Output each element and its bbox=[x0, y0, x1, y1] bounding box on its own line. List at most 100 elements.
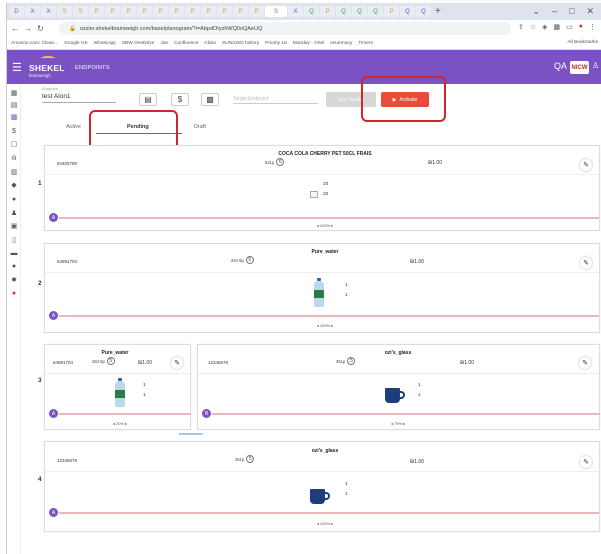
circle-icon[interactable]: ● bbox=[10, 263, 18, 271]
export-button[interactable]: ▤ bbox=[139, 93, 157, 106]
shelf-card[interactable]: Pure_water 64991704 264 8p 5 ₪1.00 ✎ 1 1… bbox=[44, 344, 191, 430]
barcode-button[interactable]: ▩ bbox=[201, 93, 219, 106]
edit-pencil-icon[interactable]: ✎ bbox=[580, 159, 592, 171]
horizontal-scroll-indicator[interactable] bbox=[179, 433, 203, 435]
file-icon[interactable]: ▢ bbox=[10, 141, 18, 149]
shelf-badge[interactable]: A bbox=[49, 508, 58, 517]
location-pin-icon[interactable]: ● bbox=[10, 196, 18, 204]
bookmark-item[interactable]: eHarmony bbox=[330, 41, 352, 46]
shelf-badge[interactable]: A bbox=[49, 409, 58, 418]
tag-icon[interactable]: ◆ bbox=[10, 182, 18, 190]
browser-tab[interactable]: P bbox=[121, 6, 136, 17]
bookmark-item[interactable]: Clisio bbox=[204, 41, 216, 46]
browser-tab[interactable]: Q bbox=[400, 6, 415, 17]
extension-icon[interactable]: ◈ bbox=[542, 23, 547, 31]
shelf-card[interactable]: ozi's_glass 12345678 351p 5 ₪1.00 ✎ 1 1 … bbox=[197, 344, 600, 430]
shelf-card[interactable]: Pure_water 64991704 264 8p 5 ₪1.00 ✎ 1 1… bbox=[44, 243, 600, 333]
browser-tab[interactable]: X bbox=[25, 6, 40, 17]
browser-tab[interactable]: P bbox=[169, 6, 184, 17]
bookmark-item[interactable]: Joe bbox=[160, 41, 168, 46]
browser-tab[interactable]: Q bbox=[368, 6, 383, 17]
edit-pencil-icon[interactable]: ✎ bbox=[579, 357, 591, 369]
share-icon[interactable]: ⇪ bbox=[518, 23, 524, 31]
shelf-badge[interactable]: B bbox=[202, 409, 211, 418]
browser-tab[interactable]: P bbox=[105, 6, 120, 17]
target-endpoint-input[interactable]: Target Endpoint bbox=[233, 93, 318, 104]
shelf-badge[interactable]: A bbox=[49, 311, 58, 320]
shelf-icon[interactable]: ▥ bbox=[10, 169, 18, 177]
device-icon[interactable]: ▣ bbox=[10, 223, 18, 231]
reload-icon[interactable]: ↻ bbox=[37, 24, 44, 33]
browser-tab[interactable]: S bbox=[57, 6, 72, 17]
profile-icon[interactable]: ● bbox=[579, 23, 583, 31]
puzzle-icon[interactable]: ▦ bbox=[554, 23, 561, 31]
shekel-logo[interactable]: SHEKEL brainweigh bbox=[29, 56, 71, 79]
browser-tab[interactable]: P bbox=[201, 6, 216, 17]
browser-tab[interactable]: P bbox=[320, 6, 335, 17]
browser-tab[interactable]: P bbox=[185, 6, 200, 17]
bookmark-item[interactable]: Google UK bbox=[64, 41, 87, 46]
zoom-control[interactable]: ◂ 100% ▸ bbox=[295, 323, 355, 328]
chevron-down-icon[interactable]: ⌄ bbox=[532, 6, 540, 17]
forward-icon[interactable]: → bbox=[24, 24, 32, 33]
browser-tab[interactable]: Q bbox=[304, 6, 319, 17]
shelf-card[interactable]: COCA COLA CHERRY PET 50CL FRAIS 54402790… bbox=[44, 145, 600, 231]
bookmark-item[interactable]: Monday - Oriel bbox=[293, 41, 324, 46]
browser-tab[interactable]: P bbox=[233, 6, 248, 17]
truck-icon[interactable]: ▬ bbox=[10, 250, 18, 258]
planogram-icon[interactable]: ▩ bbox=[10, 114, 18, 122]
shelf-badge[interactable]: A bbox=[49, 213, 58, 222]
browser-tab[interactable]: P bbox=[89, 6, 104, 17]
browser-tab[interactable]: X bbox=[41, 6, 56, 17]
zoom-control[interactable]: ◂ 100% ▸ bbox=[295, 223, 355, 228]
user-icon[interactable]: ♙ bbox=[592, 61, 599, 70]
browser-tab[interactable]: P bbox=[249, 6, 264, 17]
bookmark-item[interactable]: SBW OneDrive bbox=[122, 41, 155, 46]
close-icon[interactable]: ✕ bbox=[586, 6, 594, 17]
bar-chart-icon[interactable]: ılı bbox=[10, 155, 18, 163]
bookmark-item[interactable]: Amazon.com: Clean... bbox=[11, 41, 58, 46]
gear-icon[interactable]: ✹ bbox=[10, 277, 18, 285]
browser-tab[interactable]: Q bbox=[336, 6, 351, 17]
browser-tab[interactable]: S bbox=[73, 6, 88, 17]
zoom-control[interactable]: ◂ 20% ▸ bbox=[100, 421, 140, 426]
edit-pencil-icon[interactable]: ✎ bbox=[580, 456, 592, 468]
browser-tab[interactable]: Q bbox=[416, 6, 431, 17]
zoom-control[interactable]: ◂ 100% ▸ bbox=[295, 521, 355, 526]
browser-tab-active[interactable]: S bbox=[265, 6, 287, 17]
bookmark-item[interactable]: Confluence bbox=[174, 41, 198, 46]
dashboard-icon[interactable]: ▦ bbox=[10, 90, 18, 98]
bookmark-item[interactable]: WhatsApp bbox=[94, 41, 116, 46]
building-icon[interactable]: ▯ bbox=[10, 237, 18, 245]
browser-tab[interactable]: D bbox=[9, 6, 24, 17]
users-icon[interactable]: ♟ bbox=[10, 210, 18, 218]
bookmark-item[interactable]: Timers bbox=[358, 41, 372, 46]
zoom-control[interactable]: ◂ 79% ▸ bbox=[378, 421, 418, 426]
bookmark-item[interactable]: SUN/USD history bbox=[222, 41, 259, 46]
browser-tab[interactable]: Q bbox=[352, 6, 367, 17]
bell-icon[interactable]: ♠ bbox=[10, 290, 18, 298]
browser-tab[interactable]: P bbox=[217, 6, 232, 17]
sidepanel-icon[interactable]: ▭ bbox=[566, 23, 573, 31]
url-bar[interactable]: 🔒 ozzier.shekelbrainweigh.com/base/plano… bbox=[59, 22, 511, 35]
new-tab-button[interactable]: + bbox=[435, 6, 441, 17]
minimize-icon[interactable]: – bbox=[552, 6, 557, 17]
document-icon[interactable]: ▤ bbox=[10, 102, 18, 110]
dollar-icon[interactable]: $ bbox=[10, 128, 18, 136]
star-icon[interactable]: ☆ bbox=[530, 23, 536, 31]
bookmark-item[interactable]: Priority 18 bbox=[265, 41, 287, 46]
edit-pencil-icon[interactable]: ✎ bbox=[171, 357, 183, 369]
maximize-icon[interactable]: □ bbox=[569, 6, 574, 17]
browser-tab[interactable]: X bbox=[288, 6, 303, 17]
price-button[interactable]: $ bbox=[171, 93, 189, 106]
shelf-card[interactable]: ozi's_glass 12345678 351p 5 ₪1.00 ✎ 1 1 … bbox=[44, 441, 600, 532]
hamburger-menu-icon[interactable]: ☰ bbox=[12, 61, 22, 74]
browser-tab[interactable]: P bbox=[153, 6, 168, 17]
browser-tab[interactable]: P bbox=[384, 6, 399, 17]
edit-pencil-icon[interactable]: ✎ bbox=[580, 257, 592, 269]
kebab-menu-icon[interactable]: ⋮ bbox=[589, 23, 596, 31]
all-bookmarks-button[interactable]: All Bookmarks bbox=[567, 40, 598, 45]
endpoint-field[interactable]: test Alon1 bbox=[42, 93, 71, 100]
tab-draft[interactable]: Draft bbox=[194, 124, 206, 130]
back-icon[interactable]: ← bbox=[11, 24, 19, 33]
